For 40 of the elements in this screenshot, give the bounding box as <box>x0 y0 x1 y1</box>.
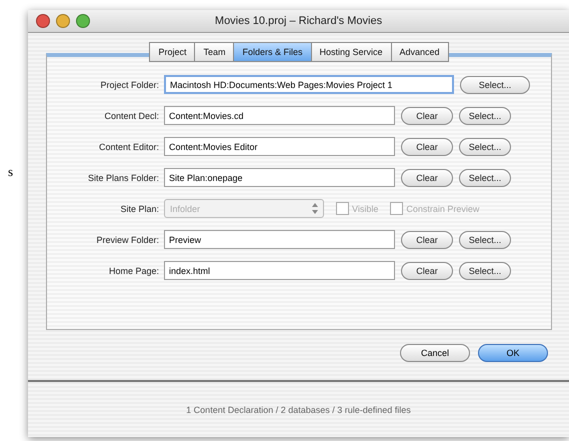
path-field[interactable]: index.html <box>164 261 395 280</box>
close-icon[interactable] <box>36 14 50 28</box>
minimize-icon[interactable] <box>56 14 70 28</box>
window-title: Movies 10.proj – Richard's Movies <box>214 15 384 27</box>
field-label: Site Plans Folder: <box>86 172 159 182</box>
field-label: Project Folder: <box>99 80 159 90</box>
checkbox-label: Visible <box>352 204 378 214</box>
background-text: s <box>7 164 14 180</box>
clear-button[interactable]: Clear <box>401 168 453 186</box>
select-button[interactable]: Select... <box>460 76 530 94</box>
field-label: Preview Folder: <box>95 234 159 244</box>
tab[interactable]: Team <box>195 42 234 62</box>
cancel-button[interactable]: Cancel <box>400 344 470 362</box>
select-button[interactable]: Select... <box>459 262 511 280</box>
path-field[interactable]: Site Plan:onepage <box>164 168 395 187</box>
field-label: Home Page: <box>108 266 159 276</box>
updown-arrows-icon <box>312 203 318 214</box>
clear-button[interactable]: Clear <box>401 138 453 156</box>
ok-button[interactable]: OK <box>478 344 548 362</box>
select-button[interactable]: Select... <box>459 230 511 248</box>
clear-button[interactable]: Clear <box>401 230 453 248</box>
select-button[interactable]: Select... <box>459 168 511 186</box>
checkbox-label: Constrain Preview <box>406 204 480 214</box>
path-field[interactable]: Content:Movies.cd <box>164 106 395 125</box>
field-label: Site Plan: <box>119 204 159 214</box>
tab[interactable]: Project <box>149 42 196 62</box>
select-button[interactable]: Select... <box>459 138 511 156</box>
select-button[interactable]: Select... <box>459 106 511 124</box>
field-label: Content Editor: <box>98 142 159 152</box>
path-field[interactable]: Preview <box>164 230 395 249</box>
tab[interactable]: Folders & Files <box>234 42 312 62</box>
tab[interactable]: Hosting Service <box>312 42 392 62</box>
path-field[interactable]: Content:Movies Editor <box>164 137 395 156</box>
status-text: 1 Content Declaration / 2 databases / 3 rule-defined files <box>186 404 411 414</box>
path-field[interactable]: Macintosh HD:Documents:Web Pages:Movies Project 1 <box>164 75 454 94</box>
tab[interactable]: Advanced <box>392 42 449 62</box>
clear-button[interactable]: Clear <box>401 106 453 124</box>
clear-button[interactable]: Clear <box>401 262 453 280</box>
field-label: Content Decl: <box>103 110 159 120</box>
zoom-icon[interactable] <box>76 14 90 28</box>
